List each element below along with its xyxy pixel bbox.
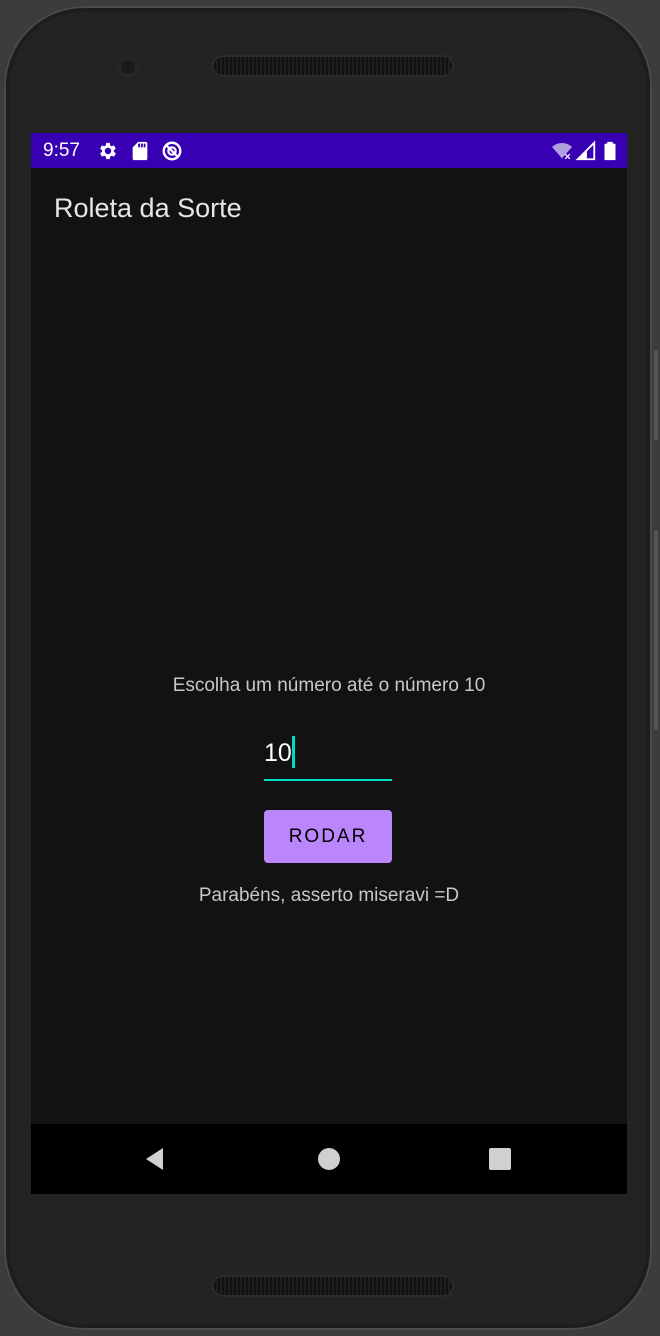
number-input-field[interactable] [264, 733, 392, 781]
prompt-text: Escolha um número até o número 10 [172, 675, 486, 696]
sd-card-icon [132, 141, 148, 161]
wifi-no-internet-icon [551, 143, 573, 160]
volume-button [654, 350, 658, 440]
top-speaker [214, 57, 452, 75]
navigation-bar [31, 1124, 627, 1194]
battery-icon [604, 141, 616, 161]
result-message: Parabéns, asserto miseravi =D [198, 885, 460, 906]
recents-icon[interactable] [485, 1144, 515, 1174]
power-button [654, 530, 658, 730]
signal-icon [575, 140, 596, 161]
spin-button[interactable]: RODAR [264, 810, 392, 863]
status-bar: 9:57 [31, 133, 627, 168]
device-background: 9:57 Roleta da Sorte Escolha um número a… [0, 0, 660, 1336]
app-screen: 9:57 Roleta da Sorte Escolha um número a… [31, 133, 627, 1194]
home-icon[interactable] [314, 1144, 344, 1174]
app-title: Roleta da Sorte [54, 193, 242, 223]
text-cursor [292, 736, 295, 768]
back-icon[interactable] [140, 1144, 170, 1174]
status-time: 9:57 [43, 140, 80, 161]
front-camera [117, 56, 139, 78]
no-data-icon [162, 141, 182, 161]
number-input[interactable] [264, 735, 374, 771]
settings-icon [100, 142, 116, 160]
bottom-speaker [214, 1277, 452, 1295]
